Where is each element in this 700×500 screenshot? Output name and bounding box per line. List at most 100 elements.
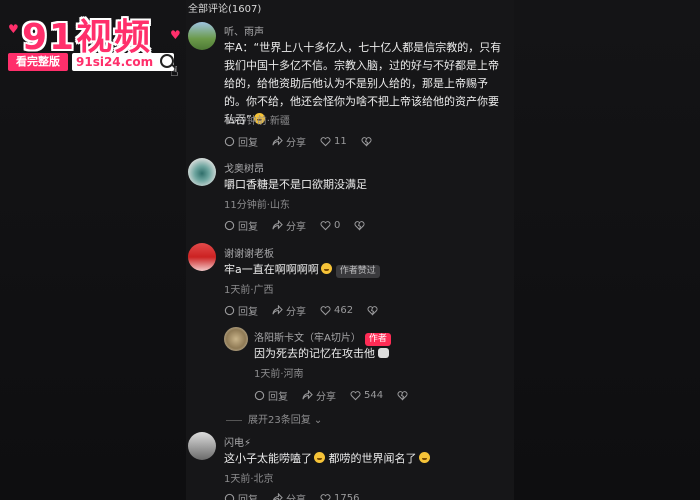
share-label: 分享 xyxy=(286,222,306,233)
reply-icon xyxy=(224,220,235,231)
reply-meta: 1天前·河南 xyxy=(254,369,304,380)
dislike-button[interactable] xyxy=(354,218,365,233)
like-count: 0 xyxy=(334,220,341,231)
dislike-button[interactable] xyxy=(397,388,408,403)
comment-text-body: 这小子太能唠嗑了 xyxy=(224,452,312,465)
comment-text: 这小子太能唠嗑了 都唠的世界闻名了 xyxy=(224,450,506,468)
share-icon xyxy=(302,390,313,400)
comments-panel: 全部评论(1607) 听、雨声 牢A：“世界上八十多亿人，七十亿人都是信宗教的，… xyxy=(186,0,514,500)
like-button[interactable]: 1756 xyxy=(320,491,359,500)
comment-username[interactable]: 听、雨声 xyxy=(224,23,264,38)
share-button[interactable]: 分享 xyxy=(272,491,306,500)
reply-button[interactable]: 回复 xyxy=(254,388,288,403)
dislike-button[interactable] xyxy=(361,134,372,149)
comment-text: 牢a一直在啊啊啊啊 作者赞过 xyxy=(224,261,506,279)
avatar[interactable] xyxy=(188,158,216,186)
comments-header: 全部评论(1607) xyxy=(188,4,262,15)
share-button[interactable]: 分享 xyxy=(272,134,306,149)
comment-meta: 49分钟前·新疆 xyxy=(224,116,290,127)
comment-meta: 1天前·广西 xyxy=(224,285,274,296)
heart-icon xyxy=(320,306,331,316)
comment-meta: 11分钟前·山东 xyxy=(224,200,290,211)
heart-icon: ♥ xyxy=(170,28,181,42)
author-liked-badge: 作者赞过 xyxy=(335,265,380,278)
reply-button[interactable]: 回复 xyxy=(224,218,258,233)
like-count: 1756 xyxy=(334,493,360,500)
reply-icon xyxy=(254,390,265,401)
comment-text-body: 牢a一直在啊啊啊啊 xyxy=(224,263,319,276)
laughing-emoji-icon xyxy=(314,452,325,463)
share-icon xyxy=(272,220,283,230)
reply-label: 回复 xyxy=(238,491,258,500)
grin-emoji-icon xyxy=(320,263,332,274)
share-button[interactable]: 分享 xyxy=(302,388,336,403)
reply-actions: 回复 分享 544 xyxy=(254,388,408,403)
broken-heart-icon xyxy=(361,137,372,147)
cat-emoji-icon xyxy=(378,348,389,358)
share-label: 分享 xyxy=(316,392,336,403)
like-button[interactable]: 462 xyxy=(320,303,353,318)
watermark-url[interactable]: 91si24.com xyxy=(72,53,174,71)
comment-meta: 1天前·北京 xyxy=(224,474,274,485)
avatar[interactable] xyxy=(188,22,216,50)
reply-button[interactable]: 回复 xyxy=(224,134,258,149)
share-icon xyxy=(272,136,283,146)
avatar[interactable] xyxy=(188,432,216,460)
laughing-emoji-icon xyxy=(418,452,430,463)
watch-full-button[interactable]: 看完整版 xyxy=(8,53,68,71)
heart-icon xyxy=(320,494,331,500)
like-count: 462 xyxy=(334,305,354,316)
reply-label: 回复 xyxy=(238,222,258,233)
heart-icon xyxy=(350,391,361,401)
reply-text: 因为死去的记忆在攻击他 xyxy=(254,345,504,363)
like-button[interactable]: 11 xyxy=(320,134,347,149)
reply-text-body: 因为死去的记忆在攻击他 xyxy=(254,347,375,360)
comment-username[interactable]: 戈奥树昂 xyxy=(224,160,264,175)
share-label: 分享 xyxy=(286,138,306,149)
reply-button[interactable]: 回复 xyxy=(224,491,258,500)
share-button[interactable]: 分享 xyxy=(272,218,306,233)
avatar[interactable] xyxy=(188,243,216,271)
heart-icon xyxy=(320,221,331,231)
heart-icon xyxy=(320,137,331,147)
comment-actions: 回复 分享 0 xyxy=(224,218,365,233)
comment-text: 嚼口香糖是不是口欲期没满足 xyxy=(224,178,367,191)
expand-replies-label: 展开23条回复 xyxy=(248,415,311,426)
like-count: 11 xyxy=(334,136,347,147)
share-label: 分享 xyxy=(286,307,306,318)
dislike-button[interactable] xyxy=(367,303,378,318)
broken-heart-icon xyxy=(367,306,378,316)
comment-actions: 回复 分享 11 xyxy=(224,134,372,149)
reply-icon xyxy=(224,305,235,316)
chevron-down-icon: ⌄ xyxy=(310,415,323,426)
comment-username[interactable]: 谢谢谢老板 xyxy=(224,245,274,260)
reply-label: 回复 xyxy=(268,392,288,403)
reply-username-text: 洛阳斯卡文（牢A切片） xyxy=(254,333,361,344)
comment-username[interactable]: 闪电⚡ xyxy=(224,434,251,449)
reply-button[interactable]: 回复 xyxy=(224,303,258,318)
comment-actions: 回复 分享 462 xyxy=(224,303,378,318)
divider xyxy=(226,419,242,421)
reply-username[interactable]: 洛阳斯卡文（牢A切片） 作者 xyxy=(254,329,391,346)
reply-icon xyxy=(224,493,235,500)
share-icon xyxy=(272,305,283,315)
reply-icon xyxy=(224,136,235,147)
like-button[interactable]: 0 xyxy=(320,218,340,233)
broken-heart-icon xyxy=(354,221,365,231)
share-label: 分享 xyxy=(286,491,306,500)
broken-heart-icon xyxy=(397,391,408,401)
reply-label: 回复 xyxy=(238,138,258,149)
like-button[interactable]: 544 xyxy=(350,388,383,403)
share-button[interactable]: 分享 xyxy=(272,303,306,318)
pointer-hand-icon: ☝ xyxy=(170,64,179,80)
share-icon xyxy=(272,493,283,500)
like-count: 544 xyxy=(364,390,384,401)
watermark-logo: ♥ ♥ 91视频 看完整版 91si24.com ☝ xyxy=(0,0,186,90)
heart-icon: ♥ xyxy=(8,22,19,36)
reply-label: 回复 xyxy=(238,307,258,318)
expand-replies-button[interactable]: 展开23条回复 ⌄ xyxy=(226,411,322,426)
avatar[interactable] xyxy=(224,327,248,351)
right-background xyxy=(514,0,700,500)
comment-text-body: 都唠的世界闻名了 xyxy=(328,452,417,465)
comment-actions: 回复 分享 1756 xyxy=(224,491,359,500)
